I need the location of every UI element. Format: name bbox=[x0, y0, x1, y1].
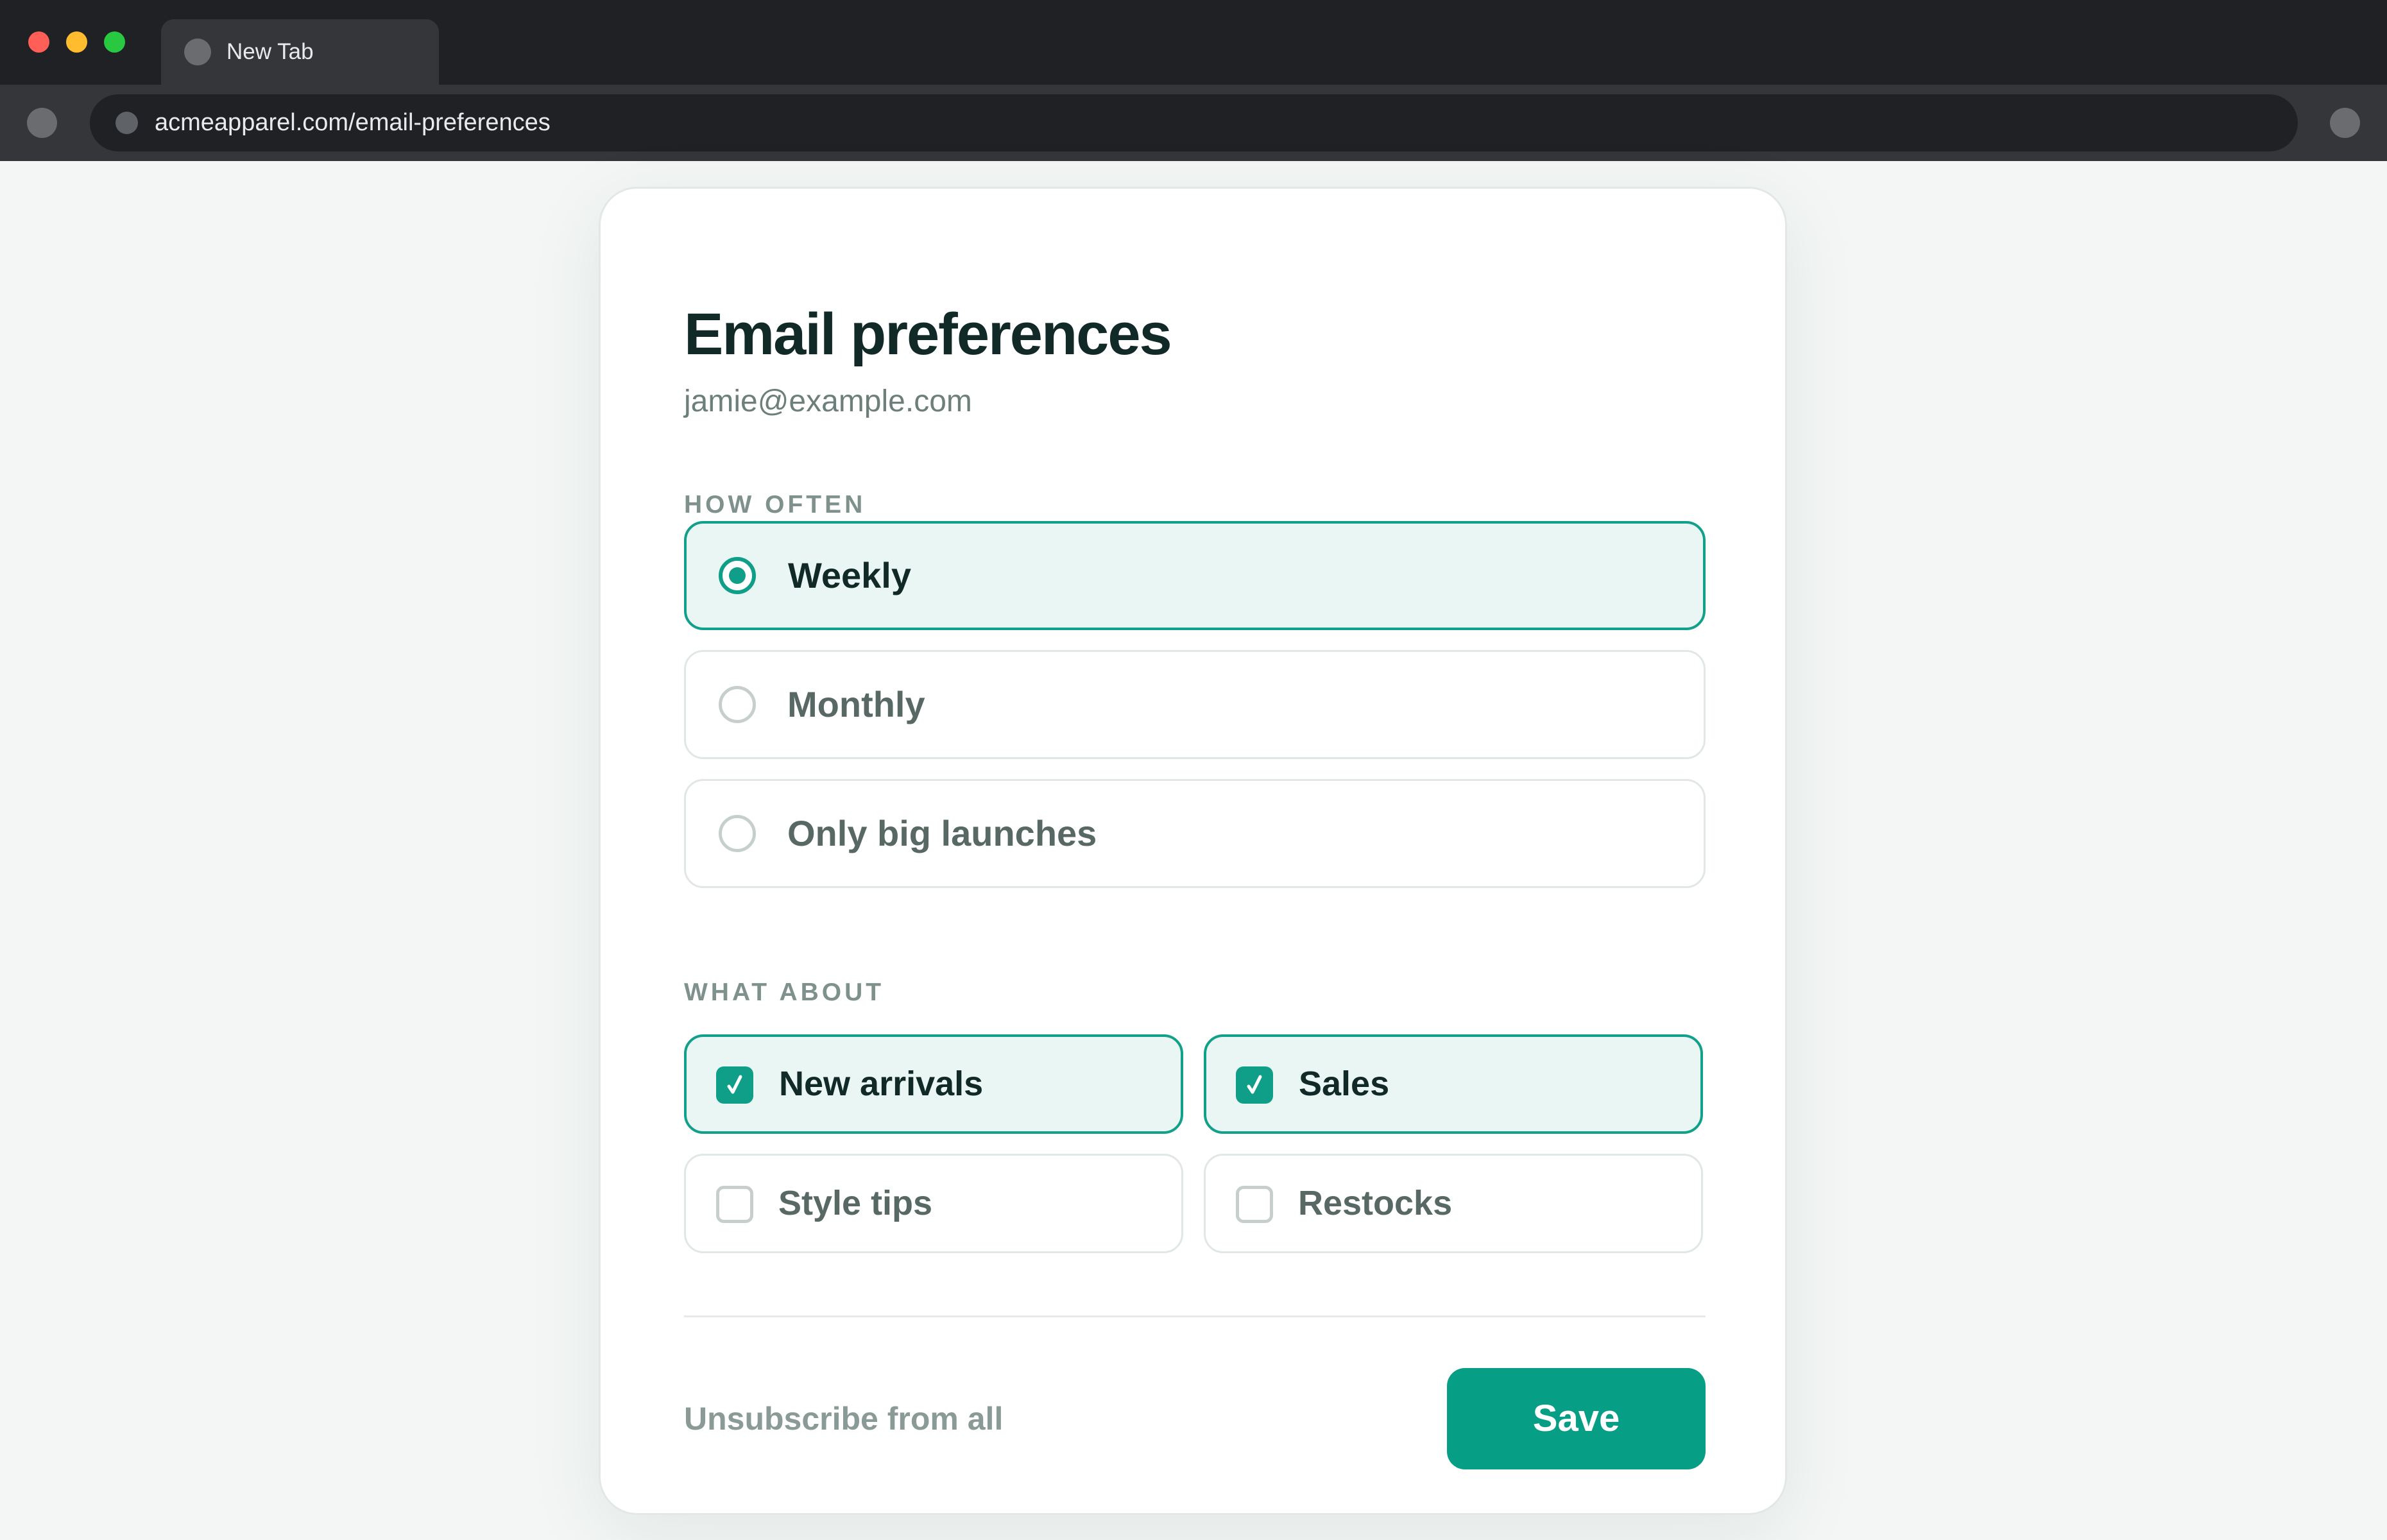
radio-unselected-icon[interactable] bbox=[719, 686, 756, 723]
radio-selected-icon[interactable] bbox=[719, 557, 756, 594]
frequency-option-weekly[interactable]: Weekly bbox=[684, 521, 1706, 630]
window-minimize-button[interactable] bbox=[66, 31, 87, 53]
frequency-option-label: Weekly bbox=[788, 555, 911, 595]
window-close-button[interactable] bbox=[28, 31, 49, 53]
card-body: Email preferences jamie@example.com HOW … bbox=[684, 189, 1706, 1513]
unsubscribe-all-link[interactable]: Unsubscribe from all bbox=[684, 1399, 1003, 1438]
site-info-icon[interactable] bbox=[116, 112, 138, 134]
frequency-option-label: Monthly bbox=[787, 684, 925, 724]
window-maximize-button[interactable] bbox=[104, 31, 125, 53]
browser-window: New Tab acmeapparel.com/email-preference… bbox=[0, 0, 2387, 1540]
save-button[interactable]: Save bbox=[1447, 1368, 1706, 1469]
topics-section-label: WHAT ABOUT bbox=[684, 979, 885, 1006]
topic-option-restocks[interactable]: Restocks bbox=[1204, 1154, 1703, 1253]
checkbox-unchecked[interactable] bbox=[716, 1186, 753, 1223]
footer-divider bbox=[684, 1315, 1706, 1317]
back-button-icon[interactable] bbox=[27, 108, 57, 138]
checkbox-checked[interactable] bbox=[716, 1066, 753, 1104]
tab-title: New Tab bbox=[227, 39, 314, 64]
check-icon bbox=[727, 1075, 742, 1094]
topic-option-label: Sales bbox=[1299, 1065, 1390, 1103]
frequency-option-label: Only big launches bbox=[787, 813, 1097, 853]
topic-option-style-tips[interactable]: Style tips bbox=[684, 1154, 1183, 1253]
address-bar[interactable]: acmeapparel.com/email-preferences bbox=[90, 94, 2298, 151]
topic-option-sales[interactable]: Sales bbox=[1204, 1034, 1703, 1134]
radio-dot-icon bbox=[729, 567, 746, 584]
topic-option-label: Restocks bbox=[1298, 1184, 1453, 1222]
browser-tab[interactable]: New Tab bbox=[161, 19, 439, 85]
check-icon bbox=[1247, 1075, 1262, 1094]
topic-option-label: Style tips bbox=[778, 1184, 933, 1222]
tab-favicon-icon bbox=[184, 38, 211, 65]
topic-option-new-arrivals[interactable]: New arrivals bbox=[684, 1034, 1183, 1134]
browser-titlebar: New Tab bbox=[0, 0, 2387, 85]
checkbox-unchecked[interactable] bbox=[1236, 1186, 1273, 1223]
topic-option-label: New arrivals bbox=[779, 1065, 984, 1103]
page-title: Email preferences bbox=[684, 302, 1172, 367]
page-content: Email preferences jamie@example.com HOW … bbox=[0, 161, 2387, 1540]
preferences-card: Email preferences jamie@example.com HOW … bbox=[599, 187, 1787, 1515]
profile-menu-icon[interactable] bbox=[2330, 108, 2360, 138]
account-email: jamie@example.com bbox=[684, 384, 972, 418]
frequency-section-label: HOW OFTEN bbox=[684, 491, 866, 518]
frequency-option-big-launches[interactable]: Only big launches bbox=[684, 779, 1706, 888]
checkbox-checked[interactable] bbox=[1236, 1066, 1273, 1104]
frequency-option-monthly[interactable]: Monthly bbox=[684, 650, 1706, 759]
browser-toolbar: acmeapparel.com/email-preferences bbox=[0, 85, 2387, 161]
radio-unselected-icon[interactable] bbox=[719, 815, 756, 852]
address-url[interactable]: acmeapparel.com/email-preferences bbox=[155, 94, 551, 151]
